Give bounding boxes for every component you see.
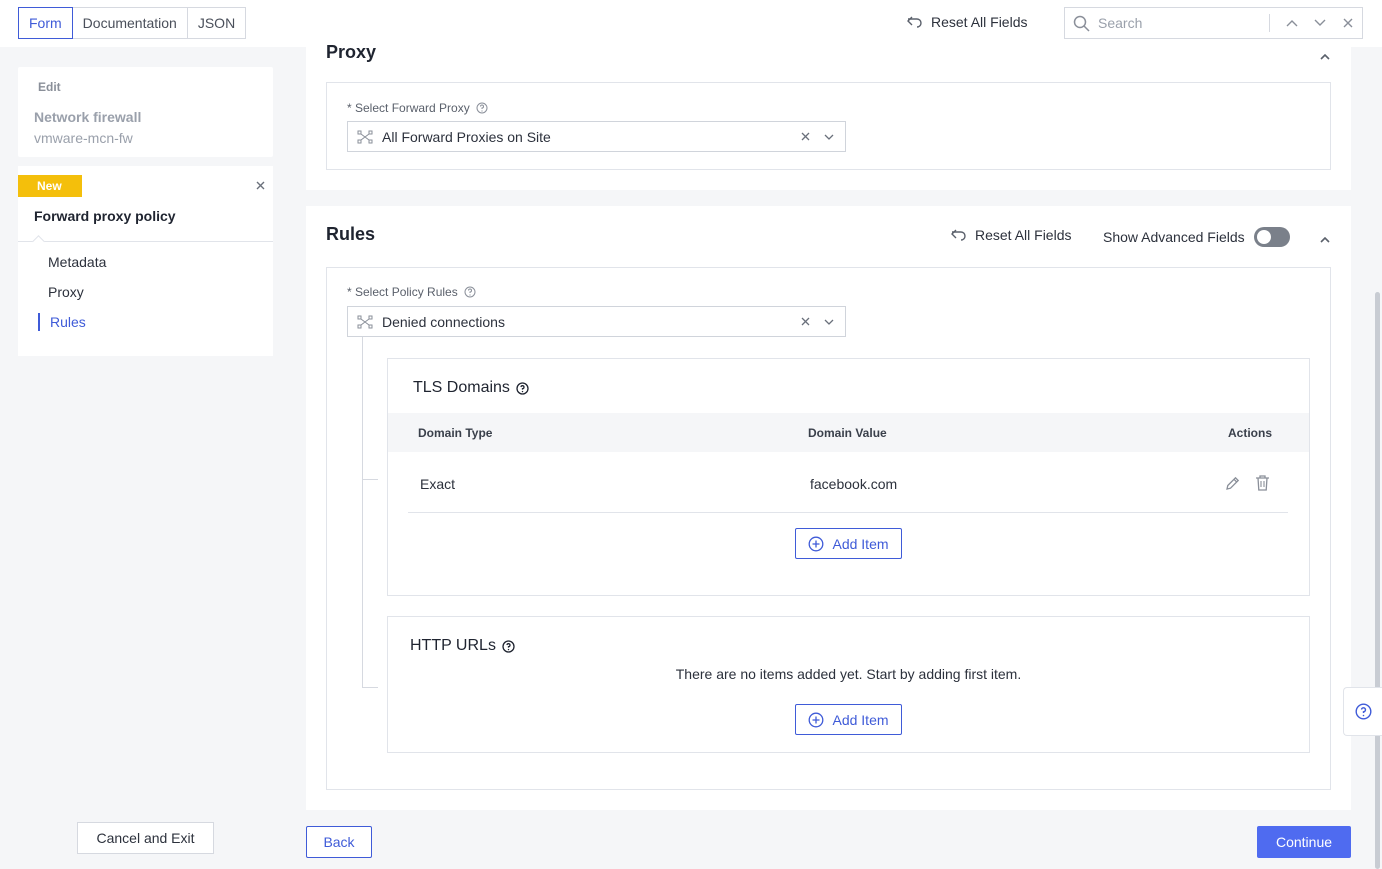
new-object-title: Forward proxy policy (34, 208, 176, 224)
chevron-up-icon (1320, 236, 1330, 243)
row-domain-value: facebook.com (810, 476, 898, 492)
tree-connector (362, 337, 363, 687)
new-object-card: New Forward proxy policy Metadata Proxy … (18, 166, 273, 356)
trash-icon[interactable] (1255, 474, 1270, 491)
column-domain-type: Domain Type (418, 426, 493, 440)
tls-add-item-button[interactable]: Add Item (795, 528, 902, 559)
active-nav-indicator (38, 313, 40, 331)
chevron-up-icon (1286, 20, 1298, 27)
cancel-and-exit-button[interactable]: Cancel and Exit (77, 822, 214, 854)
object-reference-icon (357, 315, 373, 328)
tree-connector-branch (362, 687, 378, 688)
sidebar-divider (18, 241, 273, 242)
forward-proxy-value: All Forward Proxies on Site (382, 128, 551, 145)
sidebar-item-metadata[interactable]: Metadata (48, 254, 106, 270)
toggle-knob (1256, 230, 1271, 244)
plus-circle-icon (809, 712, 824, 727)
search-prev-button[interactable] (1278, 19, 1306, 27)
clear-icon[interactable] (801, 132, 810, 141)
row-divider (408, 512, 1288, 513)
top-bar: Form Documentation JSON Reset All Fields… (0, 0, 1382, 47)
show-advanced-label: Show Advanced Fields (1103, 229, 1245, 245)
chevron-up-icon (1320, 53, 1330, 60)
tls-domains-box: TLS Domains Domain Type Domain Value Act… (387, 358, 1310, 596)
forward-proxy-select[interactable]: All Forward Proxies on Site (347, 121, 846, 152)
search-box[interactable]: Search (1064, 7, 1363, 39)
close-icon (1343, 18, 1353, 28)
chevron-down-icon[interactable] (824, 134, 834, 140)
help-icon[interactable] (502, 639, 515, 653)
rules-section-title: Rules (326, 224, 376, 244)
reset-all-fields-button[interactable]: Reset All Fields (906, 14, 1027, 30)
rules-reset-all-fields-button[interactable]: Reset All Fields (950, 227, 1071, 243)
rules-section: Rules Reset All Fields Show Advanced Fie… (306, 206, 1351, 810)
continue-button[interactable]: Continue (1257, 826, 1351, 858)
back-button[interactable]: Back (306, 826, 372, 858)
edit-object-name: Network firewall (34, 109, 142, 125)
help-icon[interactable] (476, 102, 488, 114)
question-icon (1354, 703, 1372, 720)
edit-icon[interactable] (1224, 475, 1241, 492)
http-add-item-label: Add Item (832, 711, 889, 728)
sidebar-item-proxy[interactable]: Proxy (48, 284, 84, 300)
new-badge: New (18, 175, 82, 197)
policy-rules-label-text: * Select Policy Rules (347, 285, 458, 299)
tls-domains-title-text: TLS Domains (413, 379, 510, 396)
row-domain-type: Exact (420, 476, 456, 492)
forward-proxy-label-text: * Select Forward Proxy (347, 101, 470, 115)
search-clear-button[interactable] (1334, 18, 1362, 28)
view-tabs: Form Documentation JSON (18, 7, 247, 39)
sidebar-notch (32, 235, 45, 248)
rules-reset-label: Reset All Fields (975, 227, 1072, 243)
chevron-down-icon (1314, 19, 1326, 26)
show-advanced-fields: Show Advanced Fields (1103, 227, 1290, 247)
sidebar-item-rules[interactable]: Rules (50, 314, 86, 330)
column-domain-value: Domain Value (808, 426, 887, 440)
reset-icon (951, 229, 966, 241)
policy-rules-value: Denied connections (382, 313, 505, 330)
http-add-item-button[interactable]: Add Item (795, 704, 902, 735)
clear-icon[interactable] (801, 317, 810, 326)
http-urls-title: HTTP URLs (410, 637, 515, 655)
help-button[interactable] (1343, 687, 1382, 736)
close-new-button[interactable] (256, 177, 265, 193)
tab-documentation[interactable]: Documentation (71, 7, 188, 39)
proxy-section: Proxy * Select Forward Proxy All Forward… (306, 42, 1351, 190)
tls-add-item-label: Add Item (832, 535, 889, 552)
column-actions: Actions (1228, 426, 1273, 440)
policy-rules-select[interactable]: Denied connections (347, 306, 846, 337)
reset-all-fields-label: Reset All Fields (931, 14, 1028, 30)
collapse-proxy-button[interactable] (1320, 47, 1330, 63)
http-urls-empty-message: There are no items added yet. Start by a… (675, 666, 1022, 682)
search-icon (1073, 15, 1090, 32)
object-reference-icon (357, 130, 373, 143)
collapse-rules-button[interactable] (1320, 230, 1330, 246)
tab-json[interactable]: JSON (186, 7, 247, 39)
chevron-down-icon[interactable] (824, 319, 834, 325)
policy-rules-label: * Select Policy Rules (347, 285, 476, 299)
tab-form[interactable]: Form (18, 7, 73, 39)
tls-domains-title: TLS Domains (413, 379, 529, 397)
search-divider (1269, 14, 1270, 32)
tls-table-header: Domain Type Domain Value Actions (388, 413, 1309, 452)
proxy-field-box: * Select Forward Proxy All Forward Proxi… (326, 82, 1331, 170)
search-input[interactable]: Search (1098, 15, 1269, 31)
close-icon (256, 181, 265, 190)
http-urls-box: HTTP URLs There are no items added yet. … (387, 616, 1310, 753)
http-urls-title-text: HTTP URLs (410, 637, 496, 654)
scrollbar[interactable] (1375, 292, 1380, 869)
plus-circle-icon (809, 536, 824, 551)
rules-field-box: * Select Policy Rules Denied connections… (326, 267, 1331, 790)
help-icon[interactable] (464, 286, 476, 298)
reset-icon (907, 16, 922, 28)
show-advanced-toggle[interactable] (1253, 227, 1290, 247)
help-icon[interactable] (516, 381, 529, 395)
search-next-button[interactable] (1306, 19, 1334, 27)
proxy-section-title: Proxy (326, 42, 377, 62)
forward-proxy-label: * Select Forward Proxy (347, 101, 488, 115)
edit-object-subname: vmware-mcn-fw (34, 130, 133, 146)
edit-label: Edit (38, 80, 61, 94)
edit-object-card: Edit Network firewall vmware-mcn-fw (18, 67, 273, 157)
tree-connector-branch (362, 479, 378, 480)
